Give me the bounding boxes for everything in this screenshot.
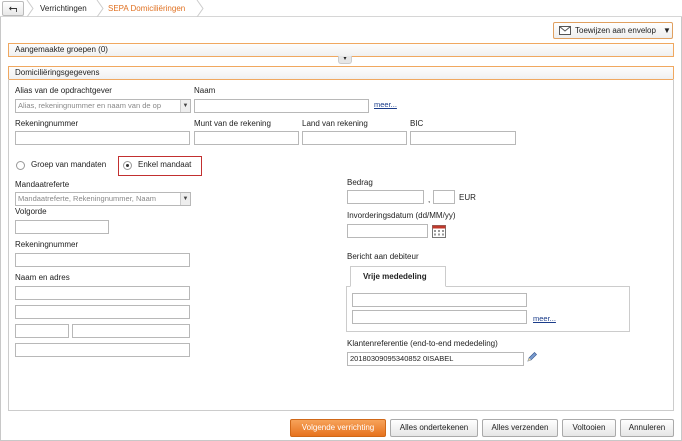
mandate-ref-label: Mandaatreferte: [15, 180, 70, 189]
creditor-name-input[interactable]: [194, 99, 369, 113]
free-message-line1[interactable]: [352, 293, 527, 307]
name-address-label: Naam en adres: [15, 273, 70, 282]
currency-code: EUR: [459, 193, 476, 202]
details-panel: [8, 79, 674, 411]
group-mandates-label: Groep van mandaten: [31, 160, 107, 169]
name-label: Naam: [194, 86, 216, 95]
details-section-header[interactable]: Domiciliëringsgegevens: [8, 66, 674, 80]
debtor-name-input[interactable]: [15, 286, 190, 300]
back-arrow-icon: ⮢: [8, 2, 18, 14]
chevron-down-icon: ▼: [663, 26, 671, 35]
tab-free-message[interactable]: Vrije mededeling: [350, 266, 446, 287]
groups-section-title: Aangemaakte groepen (0): [15, 45, 108, 54]
complete-button[interactable]: Voltooien: [562, 419, 616, 437]
groups-section-header[interactable]: Aangemaakte groepen (0): [8, 43, 674, 57]
alias-placeholder: Alias, rekeningnummer en naam van de op: [18, 101, 161, 110]
debtor-account-input[interactable]: [15, 253, 190, 267]
single-mandate-label: Enkel mandaat: [138, 160, 192, 169]
decimal-separator: ,: [428, 195, 431, 204]
breadcrumb-item-sepa: SEPA Domiciliëringen: [108, 4, 186, 13]
assign-envelope-label: Toewijzen aan envelop: [575, 26, 656, 35]
envelope-icon: [559, 26, 571, 35]
details-section-title: Domiciliëringsgegevens: [15, 68, 100, 77]
breadcrumb-separator-icon: [26, 0, 34, 17]
cancel-button[interactable]: Annuleren: [620, 419, 674, 437]
single-mandate-radio[interactable]: [123, 161, 132, 170]
breadcrumb-item-verrichtingen[interactable]: Verrichtingen: [40, 4, 87, 13]
debtor-city-input[interactable]: [72, 324, 190, 338]
next-transaction-button[interactable]: Volgende verrichting: [290, 419, 386, 437]
pencil-icon[interactable]: [526, 351, 538, 363]
bic-label: BIC: [410, 119, 424, 128]
chevron-down-icon: ▼: [180, 193, 190, 205]
client-ref-label: Klantenreferentie (end-to-end mededeling…: [347, 339, 498, 348]
creditor-more-link[interactable]: meer...: [374, 100, 397, 109]
back-button[interactable]: ⮢: [2, 1, 24, 16]
debtor-street-input[interactable]: [15, 305, 190, 319]
alias-label: Alias van de opdrachtgever: [15, 86, 112, 95]
debtor-account-label: Rekeningnummer: [15, 240, 79, 249]
breadcrumb: ⮢ Verrichtingen SEPA Domiciliëringen: [0, 0, 682, 17]
breadcrumb-separator-icon: [96, 0, 104, 17]
client-ref-input[interactable]: 20180309095340852 0ISABEL: [347, 352, 524, 366]
creditor-account-label: Rekeningnummer: [15, 119, 79, 128]
message-more-link[interactable]: meer...: [533, 314, 556, 323]
assign-envelope-button[interactable]: Toewijzen aan envelop ▼: [553, 22, 673, 39]
sign-all-button[interactable]: Alles ondertekenen: [390, 419, 478, 437]
collection-date-input[interactable]: [347, 224, 428, 238]
mandate-ref-select[interactable]: Mandaatreferte, Rekeningnummer, Naam ▼: [15, 192, 191, 206]
calendar-icon[interactable]: [432, 224, 446, 238]
sequence-input[interactable]: [15, 220, 109, 234]
country-label: Land van rekening: [302, 119, 368, 128]
collection-date-label: Invorderingsdatum (dd/MM/yy): [347, 211, 456, 220]
alias-select[interactable]: Alias, rekeningnummer en naam van de op …: [15, 99, 191, 113]
breadcrumb-separator-icon: [196, 0, 204, 17]
amount-cents-input[interactable]: [433, 190, 455, 204]
sequence-label: Volgorde: [15, 207, 47, 216]
debtor-postcode-input[interactable]: [15, 324, 69, 338]
send-all-button[interactable]: Alles verzenden: [482, 419, 558, 437]
currency-label: Munt van de rekening: [194, 119, 271, 128]
amount-label: Bedrag: [347, 178, 373, 187]
chevron-down-icon: ▼: [180, 100, 190, 112]
bic-input[interactable]: [410, 131, 516, 145]
debtor-message-label: Bericht aan debiteur: [347, 252, 419, 261]
currency-input[interactable]: [194, 131, 299, 145]
debtor-country-input[interactable]: [15, 343, 190, 357]
free-message-line2[interactable]: [352, 310, 527, 324]
creditor-account-input[interactable]: [15, 131, 190, 145]
country-input[interactable]: [302, 131, 407, 145]
collapse-grip-icon[interactable]: ▾: [338, 56, 352, 64]
mandate-ref-placeholder: Mandaatreferte, Rekeningnummer, Naam: [18, 194, 156, 203]
group-mandates-radio[interactable]: [16, 161, 25, 170]
amount-input[interactable]: [347, 190, 424, 204]
